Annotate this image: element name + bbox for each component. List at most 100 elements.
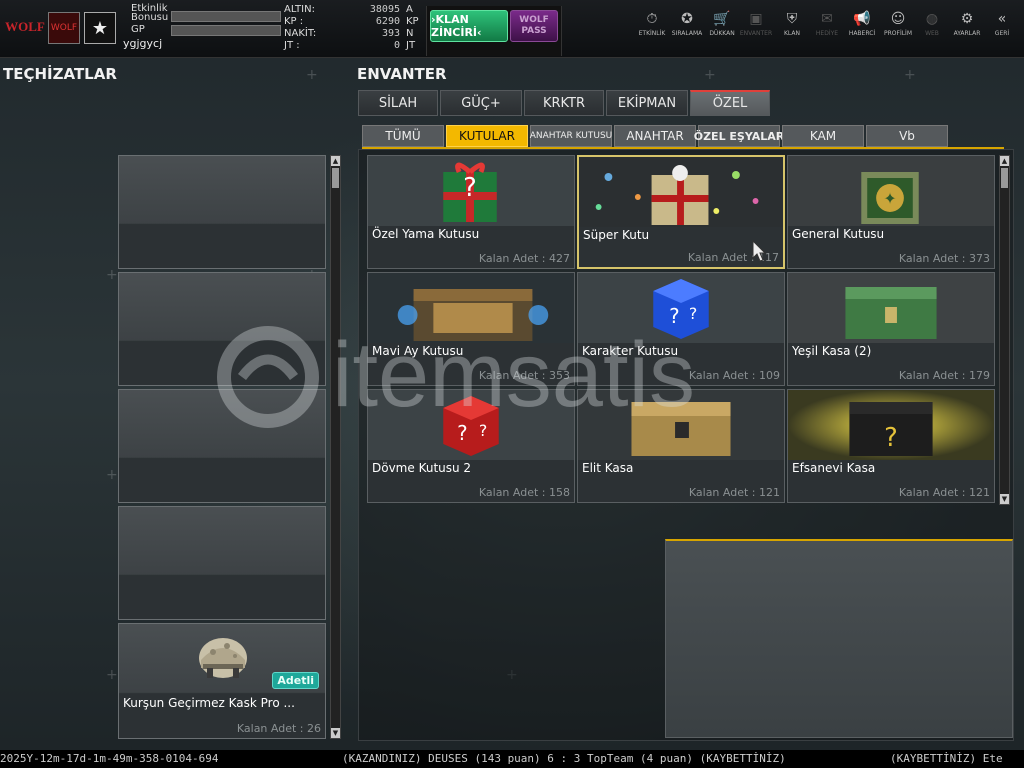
tab-silah[interactable]: SİLAH [358,90,438,116]
box-icon: ?? [578,273,784,343]
nav-back[interactable]: « GERİ [985,10,1019,37]
inventory-item[interactable]: ✦ General Kutusu Kalan Adet : 373 [787,155,995,269]
svg-text:?: ? [689,304,697,323]
equipment-slot[interactable] [118,389,326,503]
box-icon: ?? [368,390,574,460]
item-name: Mavi Ay Kutusu [372,344,464,358]
item-name: Süper Kutu [583,228,650,242]
news-ticker: 2025Y-12m-17d-1m-49m-358-0104-694 (KAZAN… [0,750,1024,768]
currency-label: JT : [284,40,300,51]
tab-ekipman[interactable]: EKİPMAN [606,90,688,116]
box-icon [368,273,574,343]
nav-label: WEB [925,30,939,37]
gear-icon: ⚙ [960,11,974,27]
currency-unit: N [406,28,414,39]
nav-stopwatch[interactable]: ⏱ ETKİNLİK [635,10,669,37]
rank-emblem[interactable]: WOLF [48,12,80,44]
currency-value: 393 [381,28,400,39]
scrollbar-thumb[interactable] [1001,168,1008,188]
scroll-up-icon[interactable]: ▲ [1000,156,1009,166]
item-name: Karakter Kutusu [582,344,679,358]
equipment-slot-helmet[interactable]: Adetli Kurşun Geçirmez Kask Pro ... Kala… [118,623,326,739]
scrollbar-thumb[interactable] [332,168,339,188]
nav-shield[interactable]: ⛨ KLAN [775,10,809,37]
box-icon: ✦ [788,156,994,226]
subtab-kam[interactable]: KAM [782,125,864,147]
inventory-item[interactable]: Mavi Ay Kutusu Kalan Adet : 353 [367,272,575,386]
box-icon [788,273,994,343]
nav-megaphone[interactable]: 📢 HABERCİ [845,10,879,37]
top-bar: WOLF WOLF ★ Etkinlik Bonusu GP ygjgycj A… [0,0,1024,58]
currency-panel: ALTIN: 38095 A KP : 6290 KP NAKİT: 393 N JT : 0… [284,4,424,52]
currency-unit: KP [406,16,419,27]
equipment-slot[interactable] [118,506,326,620]
svg-text:?: ? [457,422,468,445]
subtab-kutular[interactable]: KUTULAR [446,125,528,147]
inventory-item[interactable]: Elit Kasa Kalan Adet : 121 [577,389,785,503]
subtab-tumu[interactable]: TÜMÜ [362,125,444,147]
nav-gift[interactable]: ✉ HEDİYE [810,10,844,37]
nav-label: DÜKKAN [709,30,735,37]
inventory-title: ENVANTER [357,65,447,83]
klan-chain-button[interactable]: ›KLAN ZİNCİRİ‹ [430,10,508,42]
ticker-timestamp: 2025Y-12m-17d-1m-49m-358-0104-694 [0,752,219,765]
inventory-scrollbar[interactable]: ▲ ▼ [999,155,1010,505]
item-count: Kalan Adet : 121 [688,486,780,499]
inventory-item[interactable]: ?? Karakter Kutusu Kalan Adet : 109 [577,272,785,386]
inventory-icon: ▣ [749,11,763,27]
inventory-item[interactable]: ?? Dövme Kutusu 2 Kalan Adet : 158 [367,389,575,503]
mouse-cursor-icon [752,240,766,262]
tab-ozel[interactable]: ÖZEL [690,90,770,116]
nav-label: HEDİYE [815,30,839,37]
svg-text:?: ? [463,173,477,203]
item-count: Kalan Adet : 109 [688,369,780,382]
box-icon [579,157,783,227]
ticker-text: (KAYBETTİNİZ) Ete [890,752,1003,765]
equipment-slot[interactable] [118,272,326,386]
currency-unit: A [406,4,413,15]
wolf-pass-button[interactable]: WOLF PASS [510,10,558,42]
svg-text:?: ? [479,421,487,440]
medal-icon: ✪ [681,11,693,27]
tab-guc[interactable]: GÜÇ+ [440,90,522,116]
star-icon[interactable]: ★ [84,12,116,44]
username: ygjgycj [123,37,163,50]
currency-label: NAKİT: [284,28,317,39]
nav-gear[interactable]: ⚙ AYARLAR [950,10,984,37]
nav-inventory[interactable]: ▣ ENVANTER [739,10,773,37]
item-count: Kalan Adet : 427 [478,252,570,265]
nav-label: HABERCİ [848,30,876,37]
inventory-item[interactable]: ? Özel Yama Kutusu Kalan Adet : 427 [367,155,575,269]
equipment-slot[interactable] [118,155,326,269]
inventory-item[interactable]: ? Efsanevi Kasa Kalan Adet : 121 [787,389,995,503]
megaphone-icon: 📢 [853,11,871,27]
game-logo: WOLF [5,19,45,34]
subtab-anahtar-kutusu[interactable]: ANAHTAR KUTUSU [530,125,612,147]
equipment-scrollbar[interactable]: ▲ ▼ [330,155,341,739]
inventory-item[interactable]: Yeşil Kasa (2) Kalan Adet : 179 [787,272,995,386]
svg-text:?: ? [669,305,680,328]
scroll-up-icon[interactable]: ▲ [331,156,340,166]
nav-cart[interactable]: 🛒 DÜKKAN [705,10,739,37]
nav-label: PROFİLİM [883,30,913,37]
nav-profile[interactable]: ☺ PROFİLİM [881,10,915,37]
subtab-vb[interactable]: Vb [866,125,948,147]
subtab-ozel-esyalar[interactable]: ÖZEL EŞYALAR [694,125,784,147]
scroll-down-icon[interactable]: ▼ [1000,494,1009,504]
gp-progress-bar [171,25,281,36]
helmet-icon [199,638,247,678]
item-name: Özel Yama Kutusu [372,227,480,241]
item-count: Kalan Adet : 353 [478,369,570,382]
nav-label: SIRALAMA [671,30,703,37]
svg-text:✦: ✦ [883,189,896,208]
nav-globe[interactable]: ◍ WEB [915,10,949,37]
scroll-down-icon[interactable]: ▼ [331,728,340,738]
tab-krktr[interactable]: KRKTR [524,90,604,116]
nav-medal[interactable]: ✪ SIRALAMA [670,10,704,37]
ticker-text: (KAZANDINIZ) DEUSES (143 puan) 6 : 3 Top… [342,752,786,765]
shield-icon: ⛨ [786,11,798,27]
subtab-anahtar[interactable]: ANAHTAR [614,125,696,147]
back-icon: « [997,11,1007,27]
box-icon: ? [788,390,994,460]
nav-label: GERİ [994,30,1010,37]
